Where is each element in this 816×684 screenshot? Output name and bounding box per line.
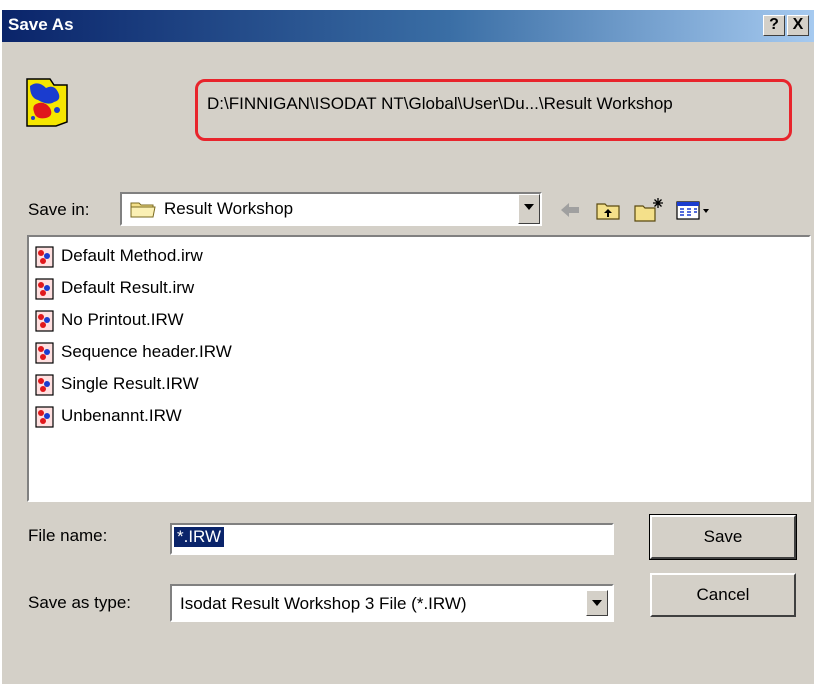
- irw-file-icon: [35, 246, 54, 268]
- file-name-input[interactable]: *.IRW: [170, 523, 614, 555]
- save-as-type-label: Save as type:: [28, 593, 132, 612]
- irw-file-icon: [35, 406, 54, 428]
- close-button[interactable]: X: [787, 15, 809, 36]
- file-name: Sequence header.IRW: [61, 342, 232, 361]
- back-arrow-icon[interactable]: [557, 196, 585, 224]
- up-folder-icon[interactable]: [594, 196, 622, 224]
- irw-file-icon: [35, 310, 54, 332]
- file-name: Default Result.irw: [61, 278, 195, 297]
- help-button[interactable]: ?: [763, 15, 785, 36]
- file-name-label: File name:: [28, 526, 108, 545]
- title-bar[interactable]: Save As ? X: [2, 10, 814, 42]
- save-as-type-dropdown-button[interactable]: [586, 590, 608, 616]
- irw-file-icon: [35, 374, 54, 396]
- window-title: Save As: [8, 15, 74, 34]
- file-name: Default Method.irw: [61, 246, 203, 265]
- save-button[interactable]: Save: [649, 514, 797, 560]
- save-in-value: Result Workshop: [164, 199, 294, 218]
- irw-file-icon: [35, 278, 54, 300]
- isodat-app-icon: [26, 78, 68, 127]
- save-in-dropdown-button[interactable]: [518, 194, 540, 224]
- current-path-label: D:\FINNIGAN\ISODAT NT\Global\User\Du...\…: [207, 94, 673, 113]
- save-as-type-value: Isodat Result Workshop 3 File (*.IRW): [180, 594, 467, 613]
- save-in-label: Save in:: [28, 200, 90, 219]
- cancel-button[interactable]: Cancel: [650, 573, 796, 617]
- save-as-dialog: Save As ? X D:\FINNIGAN\ISODAT NT\Global…: [2, 10, 814, 684]
- irw-file-icon: [35, 342, 54, 364]
- folder-icon: [130, 202, 156, 218]
- file-list[interactable]: Default Method.irw Default Result.irw No…: [27, 235, 811, 502]
- save-as-type-combobox[interactable]: Isodat Result Workshop 3 File (*.IRW): [170, 584, 614, 622]
- new-folder-icon[interactable]: [632, 196, 664, 224]
- file-name: Single Result.IRW: [61, 374, 199, 393]
- save-in-combobox[interactable]: Result Workshop: [120, 192, 542, 226]
- file-name: No Printout.IRW: [61, 310, 184, 329]
- file-name: Unbenannt.IRW: [61, 406, 182, 425]
- file-name-value: *.IRW: [172, 526, 226, 548]
- view-menu-icon[interactable]: [674, 196, 712, 224]
